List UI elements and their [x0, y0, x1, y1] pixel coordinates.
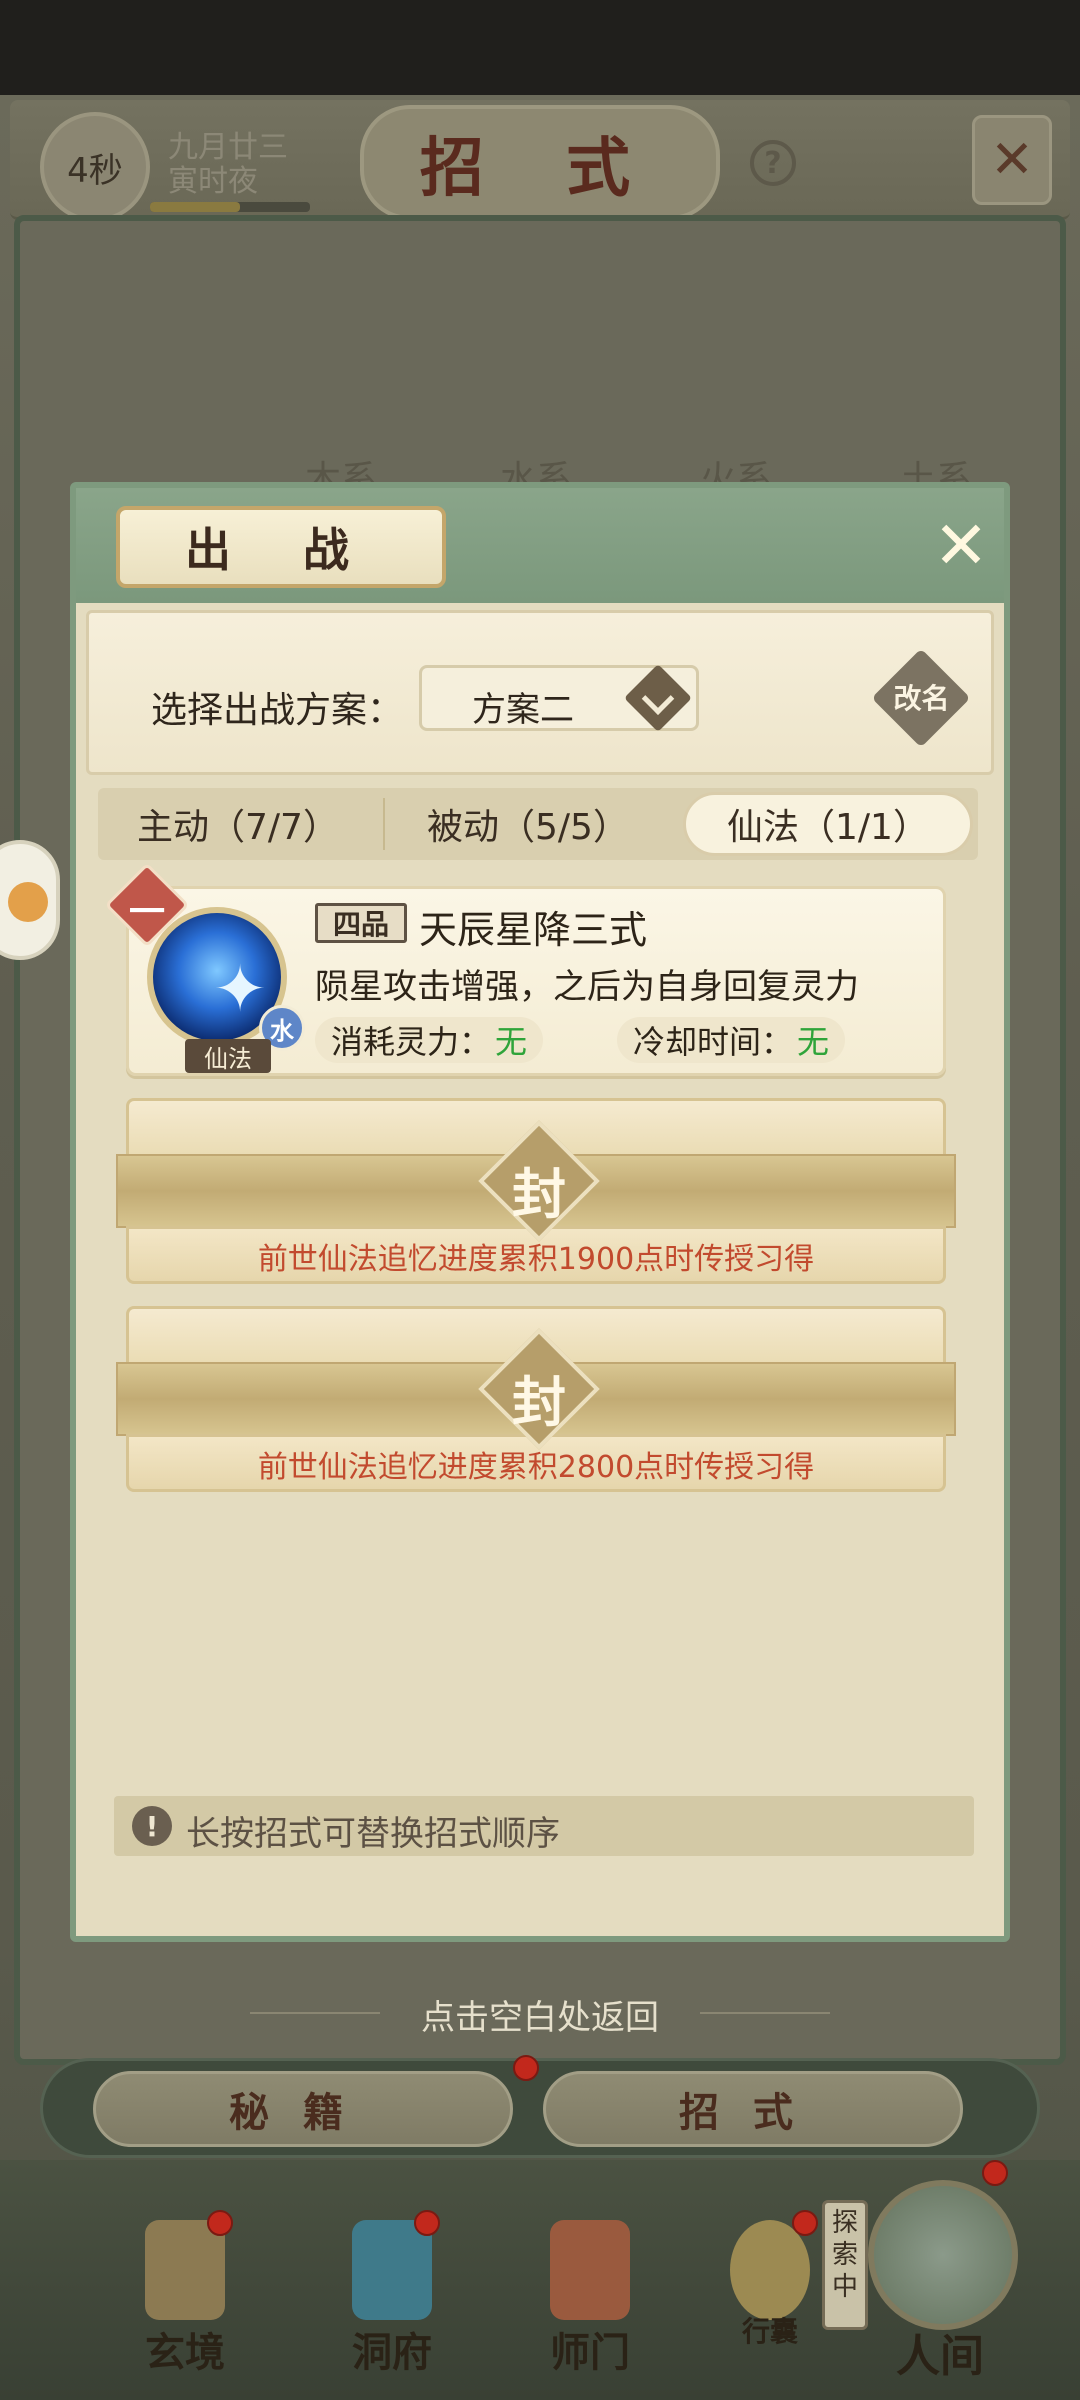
nav-item-dongfu[interactable]: 洞府	[322, 2200, 462, 2390]
notification-badge	[207, 2210, 233, 2236]
cost-label: 消耗灵力：	[331, 1023, 492, 1061]
close-icon[interactable]: ✕	[926, 507, 996, 584]
exploring-status-tag: 探索中	[822, 2200, 868, 2330]
seal-label: 封	[512, 1162, 566, 1226]
nav-item-xingnang[interactable]: 行囊	[700, 2200, 840, 2390]
equipped-skill-card[interactable]: 一 ✦ 水 仙法 四品 天辰星降三式 陨星攻击增强，之后为自身回复灵力 消耗灵力…	[104, 862, 946, 1076]
nav-item-xuanjing[interactable]: 玄境	[115, 2200, 255, 2390]
skill-description: 陨星攻击增强，之后为自身回复灵力	[315, 967, 859, 1007]
locked-slot[interactable]: 封 前世仙法追忆进度累积2800点时传授习得	[116, 1306, 956, 1496]
tab-moves[interactable]: 招式	[543, 2071, 963, 2147]
plan-label: 选择出战方案：	[151, 690, 404, 731]
locked-slot[interactable]: 封 前世仙法追忆进度累积1900点时传授习得	[116, 1098, 956, 1288]
unlock-requirement: 前世仙法追忆进度累积1900点时传授习得	[257, 1242, 815, 1277]
timer-badge: 4秒	[40, 112, 150, 222]
plan-selector-bar: 选择出战方案： 方案二 改名	[86, 610, 994, 775]
rename-button[interactable]: 改名	[871, 648, 971, 748]
unlock-requirement: 前世仙法追忆进度累积2800点时传授习得	[257, 1450, 815, 1485]
notification-badge	[414, 2210, 440, 2236]
nav-label: 洞府	[352, 2329, 432, 2376]
system-status-strip	[0, 0, 1080, 95]
exclamation-icon: !	[132, 1806, 172, 1846]
battle-modal: 出 战 ✕ 选择出战方案： 方案二 改名 主动（7/7） 被动（5/5） 仙法（…	[70, 482, 1010, 1942]
time-progress-fill	[150, 202, 240, 212]
notification-badge	[513, 2055, 539, 2081]
nav-label: 玄境	[145, 2329, 225, 2376]
skill-category-tabs: 主动（7/7） 被动（5/5） 仙法（1/1）	[98, 788, 978, 860]
cooldown-stat: 冷却时间：无	[617, 1017, 846, 1063]
tab-divider	[383, 798, 385, 850]
tab-immortal-arts[interactable]: 仙法（1/1）	[683, 792, 973, 856]
skill-grade-badge: 四品	[315, 903, 407, 943]
modal-header: 出 战 ✕	[76, 488, 1004, 603]
tip-text: 长按招式可替换招式顺序	[186, 1814, 560, 1854]
bottom-tab-bar: 秘籍 招式	[40, 2055, 1040, 2158]
banner-icon	[550, 2220, 630, 2320]
crossed-close-icon[interactable]: ✕	[972, 115, 1052, 205]
page-title: 招 式	[360, 105, 720, 220]
skill-type-badge: 仙法	[185, 1039, 271, 1073]
tab-active-skills[interactable]: 主动（7/7）	[98, 792, 378, 856]
cooldown-label: 冷却时间：	[633, 1023, 794, 1061]
cost-stat: 消耗灵力：无	[315, 1017, 544, 1063]
notification-badge	[982, 2160, 1008, 2186]
tip-bar: ! 长按招式可替换招式顺序	[114, 1796, 974, 1856]
modal-title: 出 战	[116, 506, 446, 588]
plan-value: 方案二	[472, 690, 574, 730]
floating-assistant-button[interactable]	[0, 840, 60, 960]
nav-label: 行囊	[741, 2315, 798, 2348]
chevron-down-icon	[624, 664, 692, 732]
decorative-line	[700, 2012, 830, 2014]
plan-dropdown[interactable]: 方案二	[419, 664, 699, 732]
scroll-icon	[145, 2220, 225, 2320]
tab-secret-manuals[interactable]: 秘籍	[93, 2071, 513, 2147]
skill-name: 天辰星降三式	[419, 908, 648, 952]
cost-value: 无	[495, 1023, 528, 1061]
seal-label: 封	[512, 1370, 566, 1434]
tap-blank-to-return[interactable]: 点击空白处返回	[0, 1990, 1080, 2039]
cooldown-value: 无	[797, 1023, 830, 1061]
rename-label: 改名	[893, 682, 950, 715]
bag-icon	[730, 2220, 810, 2320]
world-map-button[interactable]	[868, 2180, 1018, 2330]
question-circle-icon[interactable]: ?	[750, 140, 796, 186]
world-label: 人间	[896, 2331, 984, 2382]
tab-passive-skills[interactable]: 被动（5/5）	[388, 792, 668, 856]
notification-badge	[792, 2210, 818, 2236]
lantern-icon	[352, 2220, 432, 2320]
time-of-day-label: 寅时夜	[168, 164, 258, 199]
nav-label: 师门	[550, 2329, 630, 2376]
nav-item-shimen[interactable]: 师门	[520, 2200, 660, 2390]
